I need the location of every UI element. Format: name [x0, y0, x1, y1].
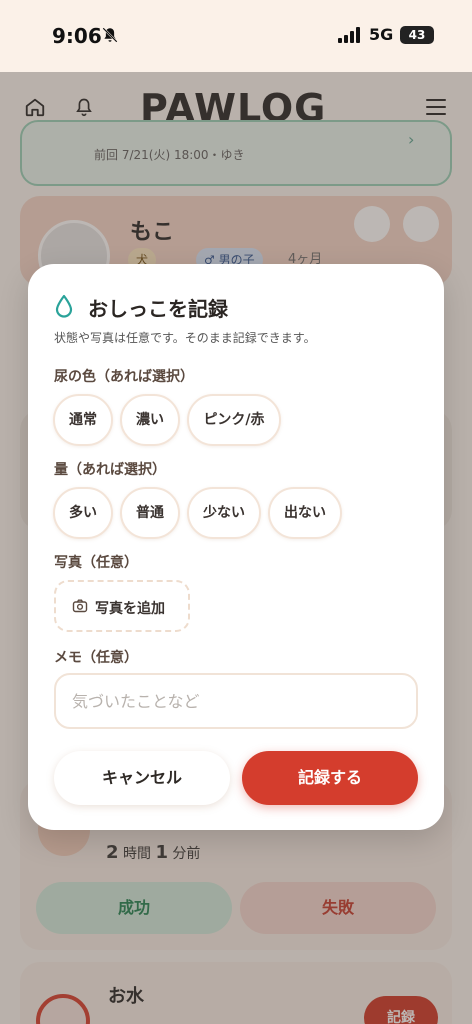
amount-option-none[interactable]: 出ない	[268, 487, 342, 539]
network-label: 5G	[369, 25, 394, 44]
color-option-pink-red[interactable]: ピンク/赤	[187, 394, 281, 446]
submit-record-button[interactable]: 記録する	[242, 751, 418, 805]
urine-color-label: 尿の色（あれば選択）	[54, 369, 194, 385]
status-time: 9:06	[52, 24, 102, 48]
water-drop-icon	[55, 294, 73, 318]
battery-icon: 43	[400, 26, 434, 44]
camera-icon	[72, 599, 88, 613]
signal-icon	[338, 27, 360, 43]
bell-slash-icon	[102, 27, 118, 43]
modal-subtitle: 状態や写真は任意です。そのまま記録できます。	[54, 331, 316, 345]
memo-label: メモ（任意）	[54, 650, 138, 666]
memo-input[interactable]	[54, 673, 418, 729]
amount-option-much[interactable]: 多い	[53, 487, 113, 539]
status-bar: 9:06 5G 43	[0, 0, 472, 72]
amount-option-little[interactable]: 少ない	[187, 487, 261, 539]
color-option-normal[interactable]: 通常	[53, 394, 113, 446]
color-option-dark[interactable]: 濃い	[120, 394, 180, 446]
cancel-button[interactable]: キャンセル	[54, 751, 230, 805]
modal-title: おしっこを記録	[88, 297, 228, 321]
record-modal	[28, 264, 444, 830]
photo-label: 写真（任意）	[54, 555, 138, 571]
amount-label: 量（あれば選択）	[54, 462, 166, 478]
amount-option-normal[interactable]: 普通	[120, 487, 180, 539]
add-photo-label: 写真を追加	[95, 601, 165, 617]
